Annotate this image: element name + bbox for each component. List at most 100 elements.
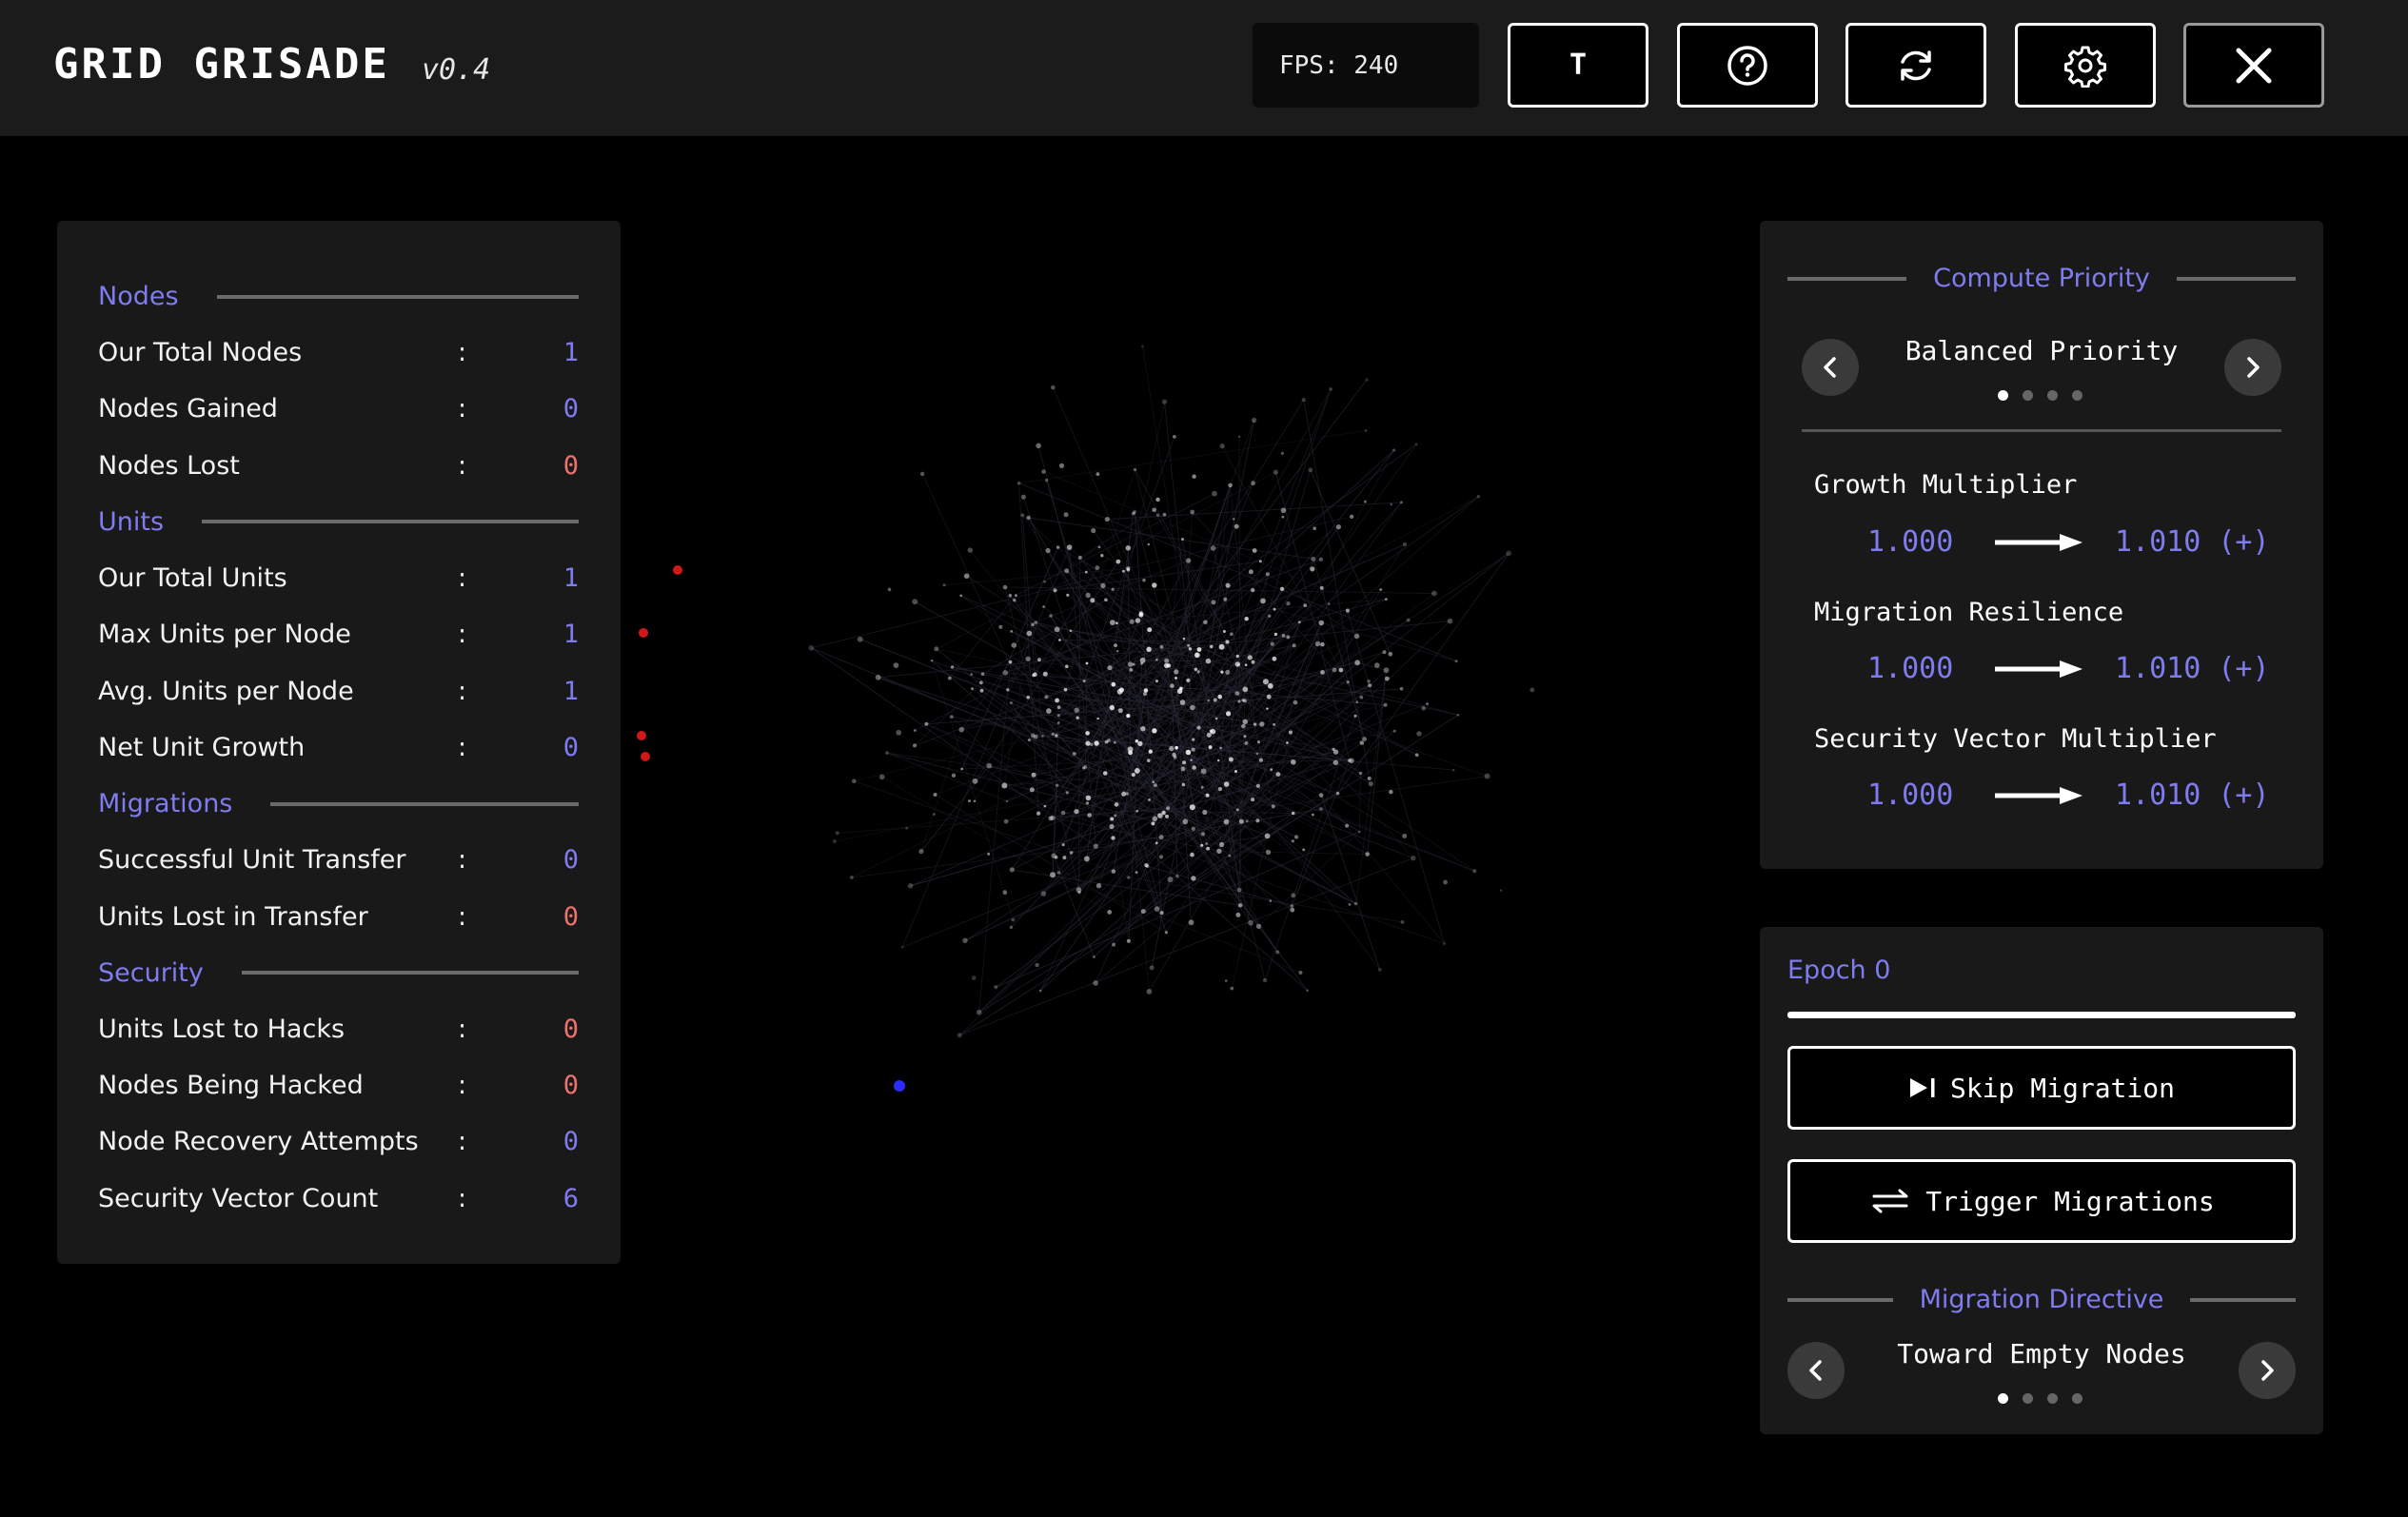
graph-node[interactable] [1368, 781, 1373, 787]
graph-node[interactable] [1235, 654, 1239, 659]
graph-node[interactable] [1135, 618, 1141, 623]
graph-node[interactable] [1530, 687, 1535, 693]
graph-node[interactable] [1211, 600, 1216, 605]
graph-node[interactable] [1353, 714, 1357, 718]
graph-node[interactable] [1110, 620, 1115, 625]
graph-node[interactable] [1293, 835, 1299, 839]
graph-node[interactable] [1190, 704, 1195, 711]
graph-node[interactable] [1107, 665, 1113, 671]
graph-node[interactable] [1159, 911, 1164, 916]
graph-node[interactable] [1241, 723, 1246, 729]
enemy-node[interactable] [673, 565, 682, 575]
graph-node[interactable] [875, 674, 881, 680]
graph-node[interactable] [1291, 759, 1296, 765]
graph-node[interactable] [1359, 740, 1364, 745]
graph-node[interactable] [1131, 773, 1135, 778]
graph-node[interactable] [1174, 677, 1177, 680]
graph-node[interactable] [1076, 887, 1082, 893]
graph-node[interactable] [1060, 810, 1066, 816]
graph-node[interactable] [930, 659, 934, 662]
graph-node[interactable] [1020, 513, 1025, 518]
graph-node[interactable] [970, 673, 974, 676]
graph-node[interactable] [1456, 714, 1460, 717]
graph-node[interactable] [1143, 692, 1147, 696]
graph-node[interactable] [1280, 507, 1287, 514]
graph-node[interactable] [1374, 662, 1380, 668]
graph-node[interactable] [942, 583, 946, 587]
graph-node[interactable] [1392, 729, 1396, 733]
graph-node[interactable] [957, 1033, 962, 1038]
graph-node[interactable] [1056, 714, 1060, 718]
graph-node[interactable] [1290, 904, 1294, 908]
graph-node[interactable] [1269, 899, 1272, 902]
graph-node[interactable] [1056, 871, 1061, 875]
graph-node[interactable] [1137, 740, 1143, 747]
graph-node[interactable] [1044, 695, 1049, 699]
graph-node[interactable] [1015, 594, 1017, 597]
graph-node[interactable] [1286, 601, 1291, 606]
graph-node[interactable] [1032, 674, 1036, 678]
graph-node[interactable] [1043, 581, 1046, 583]
graph-node[interactable] [1002, 584, 1008, 590]
graph-node[interactable] [1140, 726, 1146, 732]
graph-node[interactable] [1367, 680, 1371, 683]
graph-node[interactable] [849, 876, 854, 879]
graph-node[interactable] [1214, 717, 1218, 720]
graph-node[interactable] [1259, 721, 1265, 727]
graph-node[interactable] [980, 672, 985, 676]
graph-node[interactable] [1275, 950, 1280, 955]
graph-node[interactable] [1234, 661, 1240, 667]
graph-node[interactable] [1399, 686, 1404, 691]
graph-node[interactable] [1077, 555, 1082, 560]
graph-node[interactable] [1447, 618, 1453, 624]
graph-node[interactable] [1248, 569, 1253, 575]
graph-node[interactable] [1117, 708, 1123, 714]
graph-node[interactable] [1253, 722, 1257, 726]
graph-node[interactable] [1345, 823, 1350, 828]
graph-node[interactable] [1262, 679, 1269, 685]
graph-node[interactable] [1152, 728, 1157, 734]
graph-node[interactable] [1170, 683, 1174, 688]
graph-node[interactable] [1244, 740, 1249, 745]
graph-node[interactable] [1346, 680, 1350, 684]
graph-node[interactable] [1010, 630, 1014, 633]
graph-node[interactable] [1173, 756, 1177, 759]
graph-node[interactable] [1155, 659, 1158, 661]
close-button[interactable] [2183, 23, 2324, 108]
graph-node[interactable] [994, 985, 998, 990]
graph-node[interactable] [1414, 753, 1419, 758]
graph-node[interactable] [1114, 741, 1116, 744]
graph-node[interactable] [1128, 750, 1133, 756]
graph-node[interactable] [1311, 556, 1316, 561]
directive-page-dot-1[interactable] [1998, 1393, 2008, 1404]
graph-node[interactable] [1144, 863, 1149, 868]
graph-node[interactable] [1104, 739, 1109, 744]
graph-node[interactable] [1236, 887, 1242, 893]
graph-node[interactable] [1286, 741, 1289, 744]
graph-node[interactable] [967, 547, 973, 553]
graph-node[interactable] [1008, 660, 1013, 664]
graph-node[interactable] [1074, 707, 1079, 713]
graph-node[interactable] [1016, 481, 1021, 485]
graph-node[interactable] [1275, 772, 1281, 777]
graph-node[interactable] [1291, 811, 1295, 816]
graph-node[interactable] [1225, 669, 1231, 676]
graph-node[interactable] [1166, 806, 1171, 811]
graph-node[interactable] [1452, 768, 1455, 772]
graph-node[interactable] [1293, 699, 1298, 705]
graph-node[interactable] [1152, 582, 1157, 588]
graph-node[interactable] [1313, 526, 1316, 530]
graph-node[interactable] [900, 945, 904, 949]
graph-node[interactable] [1115, 559, 1121, 564]
graph-node[interactable] [1251, 481, 1255, 486]
graph-node[interactable] [1121, 791, 1127, 797]
graph-node[interactable] [1499, 889, 1503, 892]
graph-node[interactable] [1379, 588, 1383, 591]
graph-node[interactable] [1363, 500, 1367, 503]
graph-node[interactable] [1383, 667, 1390, 674]
graph-node[interactable] [1350, 514, 1354, 520]
graph-node[interactable] [1354, 633, 1360, 640]
graph-node[interactable] [1164, 931, 1168, 935]
graph-node[interactable] [1191, 826, 1196, 831]
graph-node[interactable] [1076, 716, 1079, 719]
